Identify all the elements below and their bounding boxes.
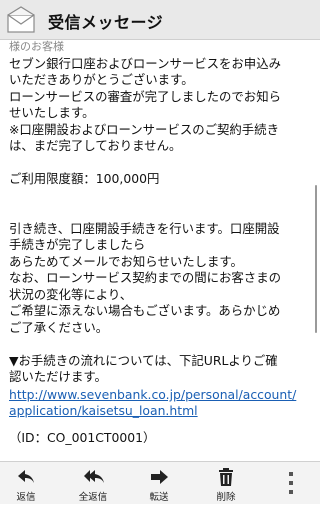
message-line: 状況の変化等により、 — [9, 287, 133, 302]
message-top-fragment: 様のお客様 — [9, 40, 64, 53]
message-line: いただきありがとうございます。 — [9, 72, 194, 87]
message-line: ご了承ください。 — [9, 320, 109, 335]
message-line: は、まだ完了しておりません。 — [9, 138, 182, 153]
url-link[interactable]: http://www.sevenbank.co.jp/personal/acco… — [9, 387, 296, 403]
envelope-icon[interactable] — [6, 6, 36, 34]
bottom-toolbar: 返信 全返信 転送 削除 — [0, 461, 320, 504]
reply-icon — [18, 470, 34, 483]
message-line: 認いただけます。 — [9, 369, 107, 384]
message-line: 手続きが完了しましたら — [9, 237, 146, 252]
message-line: せいたします。 — [9, 105, 95, 120]
message-line: なお、ローンサービス契約までの間にお客さまの — [9, 270, 281, 285]
reply-all-label: 全返信 — [78, 492, 108, 503]
overflow-menu-icon[interactable] — [286, 470, 296, 496]
forward-button[interactable]: 転送 — [133, 462, 185, 505]
url-link[interactable]: application/kaisetsu_loan.html — [9, 403, 198, 419]
message-line: あらためてメールでお知らせいたします。 — [9, 254, 243, 269]
message-line: ※口座開設およびローンサービスのご契約手続き — [9, 122, 279, 137]
message-line: ローンサービスの審査が完了しましたのでお知ら — [9, 89, 281, 104]
scrollbar[interactable] — [315, 185, 317, 333]
reply-label: 返信 — [16, 492, 36, 503]
credit-limit: ご利用限度額：100,000円 — [9, 171, 160, 186]
message-id: （ID：CO_001CT0001） — [9, 430, 156, 445]
message-line: 引き続き、口座開設手続きを行います。口座開設 — [9, 221, 280, 236]
forward-icon — [151, 470, 168, 484]
delete-label: 削除 — [216, 492, 236, 503]
message-line: セブン銀行口座およびローンサービスをお申込み — [9, 56, 281, 71]
app-header: 受信メッセージ — [0, 0, 320, 40]
forward-label: 転送 — [149, 492, 169, 503]
message-line: ご希望に添えない場合もございます。あらかじめ — [9, 303, 281, 318]
message-body[interactable]: 様のお客様 セブン銀行口座およびローンサービスをお申込み いただきありがとうござ… — [0, 40, 320, 460]
reply-all-icon — [84, 470, 104, 483]
delete-button[interactable]: 削除 — [200, 462, 252, 505]
reply-button[interactable]: 返信 — [0, 462, 52, 505]
reply-all-button[interactable]: 全返信 — [67, 462, 119, 505]
trash-icon — [219, 468, 233, 486]
page-title: 受信メッセージ — [48, 13, 164, 32]
message-line: ▼お手続きの流れについては、下記URLよりご確 — [9, 353, 278, 368]
